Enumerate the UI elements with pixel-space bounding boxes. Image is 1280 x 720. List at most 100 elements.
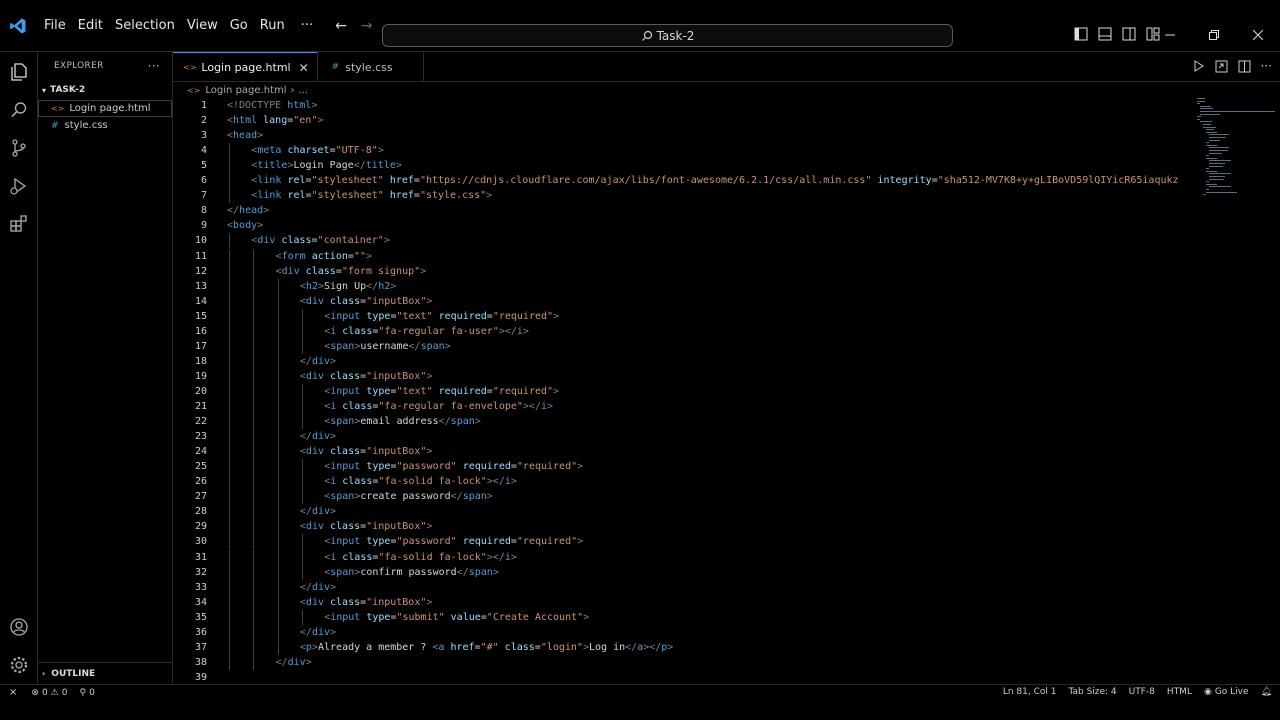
minimap[interactable] [1197, 98, 1277, 208]
line-number: 32 [194, 566, 207, 578]
toggle-primary-sidebar-icon[interactable] [1074, 27, 1088, 41]
minimize-button[interactable] [1148, 18, 1192, 52]
run-debug-icon[interactable] [7, 174, 31, 198]
code-line[interactable]: 4 <meta charset="UTF-8"> [173, 143, 384, 158]
source-control-icon[interactable] [7, 136, 31, 160]
go-live-button[interactable]: ◉ Go Live [1204, 687, 1249, 697]
code-line[interactable]: 6 <link rel="stylesheet" href="https://cd… [173, 173, 1179, 188]
toggle-panel-icon[interactable] [1098, 27, 1112, 41]
code-token: > [420, 265, 427, 277]
code-line[interactable]: 38 </div> [173, 655, 312, 670]
code-line[interactable]: 14 <div class="inputBox"> [173, 294, 432, 309]
code-token: "sha512-MV7K8+y+gLIBoVD59lQIYicR65iaqukz [937, 175, 1179, 187]
line-number: 24 [194, 446, 207, 458]
remote-indicator[interactable]: ⨯ [9, 687, 17, 698]
code-line[interactable]: 27 <span>create password</span> [173, 489, 493, 504]
tab-label: style.css [345, 60, 393, 74]
code-line[interactable]: 5 <title>Login Page</title> [173, 158, 402, 173]
run-icon[interactable] [1193, 60, 1205, 72]
code-line[interactable]: 35 <input type="submit" value="Create Acc… [173, 610, 589, 625]
code-line[interactable]: 29 <div class="inputBox"> [173, 519, 432, 534]
code-line[interactable]: 32 <span>confirm password</span> [173, 565, 499, 580]
code-line[interactable]: 15 <input type="text" required="required"… [173, 309, 559, 324]
code-token: Already a member ? [317, 641, 433, 653]
code-line[interactable]: 25 <input type="password" required="requi… [173, 459, 583, 474]
file-login-page-html[interactable]: <> Login page.html [38, 100, 172, 117]
close-window-button[interactable] [1236, 18, 1280, 52]
menu-item-go[interactable]: Go [224, 14, 254, 38]
code-editor[interactable]: 1 <!DOCTYPE html> 2 <html lang="en"> 3 <head>… [173, 98, 1280, 684]
code-line[interactable]: 13 <h2>Sign Up</h2> [173, 279, 396, 294]
breadcrumb-symbol[interactable]: ... [299, 85, 309, 96]
explorer-icon[interactable] [7, 60, 31, 84]
tab-login-page-html[interactable]: <> Login page.html ✕ [173, 52, 318, 82]
code-line[interactable]: 31 <i class="fa-solid fa-lock"></i> [173, 550, 517, 565]
code-line[interactable]: 24 <div class="inputBox"> [173, 444, 432, 459]
settings-gear-icon[interactable] [7, 653, 31, 677]
encoding[interactable]: UTF-8 [1129, 687, 1155, 697]
code-line[interactable]: 2 <html lang="en"> [173, 113, 323, 128]
code-line[interactable]: 1 <!DOCTYPE html> [173, 98, 317, 113]
code-line[interactable]: 21 <i class="fa-regular fa-envelope"></i> [173, 399, 553, 414]
menu-item-run[interactable]: Run [254, 14, 291, 38]
code-line[interactable]: 30 <input type="password" required="requi… [173, 534, 583, 549]
line-number: 15 [194, 310, 207, 322]
restore-button[interactable] [1192, 18, 1236, 52]
code-line[interactable]: 34 <div class="inputBox"> [173, 595, 432, 610]
code-line[interactable]: 3 <head> [173, 128, 263, 143]
code-line[interactable]: 26 <i class="fa-solid fa-lock"></i> [173, 474, 517, 489]
back-arrow-icon[interactable]: ← [335, 18, 347, 34]
indent-guide [229, 278, 230, 294]
language-mode[interactable]: HTML [1167, 687, 1192, 697]
menu-item-file[interactable]: File [38, 14, 72, 38]
outline-section[interactable]: › OUTLINE [38, 662, 173, 684]
folder-task-2[interactable]: ▾ TASK-2 [38, 80, 172, 100]
file-style-css[interactable]: # style.css [38, 117, 172, 134]
accounts-icon[interactable] [7, 615, 31, 639]
code-line[interactable]: 18 </div> [173, 354, 336, 369]
code-line[interactable]: 23 </div> [173, 429, 336, 444]
ports-indicator[interactable]: ⚲ 0 [79, 688, 94, 698]
code-line[interactable]: 7 <link rel="stylesheet" href="style.css"… [173, 188, 492, 203]
indent-guide [277, 564, 279, 580]
code-line[interactable]: 22 <span>email address</span> [173, 414, 481, 429]
code-line[interactable]: 10 <div class="container"> [173, 233, 390, 248]
code-line[interactable]: 28 </div> [173, 504, 336, 519]
code-line[interactable]: 17 <span>username</span> [173, 339, 451, 354]
tab-size[interactable]: Tab Size: 4 [1068, 687, 1116, 697]
menu-item-view[interactable]: View [181, 14, 224, 38]
code-line[interactable]: 39 [173, 670, 207, 684]
command-center-search[interactable]: Task-2 [382, 24, 953, 47]
toggle-secondary-sidebar-icon[interactable] [1122, 27, 1136, 41]
menu-item-edit[interactable]: Edit [72, 14, 109, 38]
cursor-position[interactable]: Ln 81, Col 1 [1003, 687, 1057, 697]
explorer-more-button[interactable]: ··· [148, 59, 160, 73]
menu-more-button[interactable]: ··· [295, 14, 319, 38]
code-line[interactable]: 37 <p>Already a member ? <a href="#" clas… [173, 640, 673, 655]
forward-arrow-icon[interactable]: → [361, 18, 373, 34]
code-line[interactable]: 36 </div> [173, 625, 336, 640]
notifications-bell-icon[interactable]: 🔔︎ [1261, 687, 1272, 697]
code-line[interactable]: 16 <i class="fa-regular fa-user"></i> [173, 324, 529, 339]
code-line[interactable]: 8 </head> [173, 203, 269, 218]
menu-item-selection[interactable]: Selection [109, 14, 181, 38]
code-line[interactable]: 19 <div class="inputBox"> [173, 369, 432, 384]
tab-style-css[interactable]: # style.css [318, 52, 424, 82]
breadcrumb-file[interactable]: Login page.html [205, 85, 286, 96]
close-tab-icon[interactable]: ✕ [299, 61, 309, 75]
extensions-icon[interactable] [7, 212, 31, 236]
breadcrumb: <> Login page.html › ... [173, 82, 308, 98]
code-line[interactable]: 20 <input type="text" required="required"… [173, 384, 559, 399]
code-line[interactable]: 12 <div class="form signup"> [173, 264, 426, 279]
search-view-icon[interactable] [7, 98, 31, 122]
code-line[interactable]: 11 <form action=""> [173, 249, 372, 264]
split-editor-icon[interactable] [1238, 60, 1251, 73]
code-line[interactable]: 33 </div> [173, 580, 336, 595]
code-line[interactable]: 9 <body> [173, 218, 263, 233]
problems-indicator[interactable]: ⊗ 0 ⚠ 0 [31, 688, 67, 698]
code-token: integrity [877, 175, 932, 187]
code-token: head [239, 205, 264, 217]
open-preview-icon[interactable] [1215, 60, 1228, 73]
editor-more-button[interactable]: ··· [1261, 59, 1272, 73]
minimap-line [1203, 124, 1211, 125]
